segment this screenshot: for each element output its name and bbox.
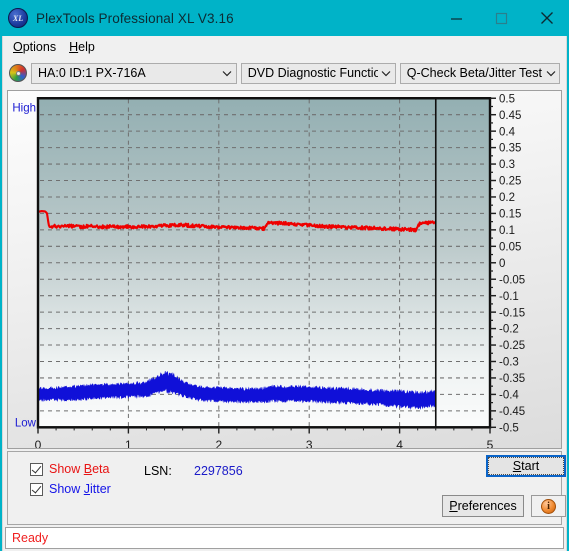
lsn-label: LSN: [144,464,172,478]
svg-text:0.5: 0.5 [499,92,515,105]
minimize-icon[interactable] [434,0,479,36]
svg-text:-0.1: -0.1 [499,290,519,303]
svg-text:4: 4 [396,438,403,448]
svg-text:-0.25: -0.25 [499,339,526,352]
show-beta-checkbox-row[interactable]: Show Beta [30,462,109,476]
svg-text:-0.15: -0.15 [499,306,526,319]
svg-text:2: 2 [215,438,222,448]
toolbar: HA:0 ID:1 PX-716A DVD Diagnostic Functio… [3,58,566,88]
svg-text:0: 0 [35,438,42,448]
chevron-down-icon [378,70,395,77]
chevron-down-icon [219,70,236,77]
svg-text:-0.4: -0.4 [499,388,519,401]
svg-text:3: 3 [306,438,313,448]
window-title: PlexTools Professional XL V3.16 [36,10,234,26]
menu-item-options[interactable]: Options [9,38,65,56]
menu-bar: Options Help [3,36,566,58]
info-icon: i [541,498,556,514]
beta-jitter-chart: 0.5 0.45 0.4 0.35 0.3 0.25 0.2 0.15 0.1 0.05 0 -0.0… [12,92,526,448]
show-beta-checkbox[interactable] [30,462,43,476]
svg-text:High: High [12,102,36,115]
svg-text:-0.2: -0.2 [499,323,519,336]
start-button-label: Start [488,457,564,475]
svg-text:0.2: 0.2 [499,191,515,204]
svg-text:-0.45: -0.45 [499,405,526,418]
optical-disc-icon [9,64,27,82]
svg-text:0.1: 0.1 [499,224,515,237]
info-button[interactable]: i [531,495,566,517]
status-bar: Ready [5,527,564,549]
drive-select[interactable]: HA:0 ID:1 PX-716A [31,62,237,84]
close-icon[interactable] [524,0,569,36]
svg-text:Low: Low [15,416,37,429]
chevron-down-icon [542,70,559,77]
window-buttons [434,0,569,36]
application-window: XL PlexTools Professional XL V3.16 Optio… [0,0,569,551]
menu-item-help[interactable]: Help [65,38,104,56]
preferences-button-label: Preferences [449,499,517,513]
drive-select-value: HA:0 ID:1 PX-716A [38,66,146,80]
chart-panel: 0.5 0.45 0.4 0.35 0.3 0.25 0.2 0.15 0.1 0.05 0 -0.0… [7,90,562,449]
show-jitter-checkbox-row[interactable]: Show Jitter [30,482,111,496]
test-select-value: Q-Check Beta/Jitter Test [406,66,542,80]
test-select[interactable]: Q-Check Beta/Jitter Test [399,62,560,84]
title-bar: XL PlexTools Professional XL V3.16 [0,0,569,36]
preferences-button[interactable]: Preferences [442,495,524,517]
svg-text:5: 5 [487,438,494,448]
svg-text:0: 0 [499,257,506,270]
svg-text:0.05: 0.05 [499,240,522,253]
svg-text:0.4: 0.4 [499,125,515,138]
function-select-value: DVD Diagnostic Functions [247,66,378,80]
svg-text:0.25: 0.25 [499,174,522,187]
svg-text:0.45: 0.45 [499,109,522,122]
controls-panel: Show Beta Show Jitter LSN: 2297856 Start… [7,451,566,525]
show-jitter-checkbox[interactable] [30,482,43,496]
svg-text:-0.35: -0.35 [499,372,526,385]
show-jitter-label: Show Jitter [49,482,111,496]
svg-text:0.15: 0.15 [499,207,522,220]
client-area: Options Help HA:0 ID:1 PX-716A DVD Diagn… [2,36,567,551]
lsn-value: 2297856 [194,464,243,478]
svg-text:0.3: 0.3 [499,158,515,171]
svg-text:-0.5: -0.5 [499,421,519,434]
show-beta-label: Show Beta [49,462,110,476]
function-select[interactable]: DVD Diagnostic Functions [240,62,396,84]
svg-text:1: 1 [125,438,132,448]
svg-text:0.35: 0.35 [499,142,522,155]
svg-text:-0.3: -0.3 [499,355,519,368]
start-button[interactable]: Start [486,455,566,477]
xl-logo-icon: XL [8,8,28,28]
maximize-icon[interactable] [479,0,524,36]
svg-text:-0.05: -0.05 [499,273,526,286]
status-text: Ready [12,531,49,545]
